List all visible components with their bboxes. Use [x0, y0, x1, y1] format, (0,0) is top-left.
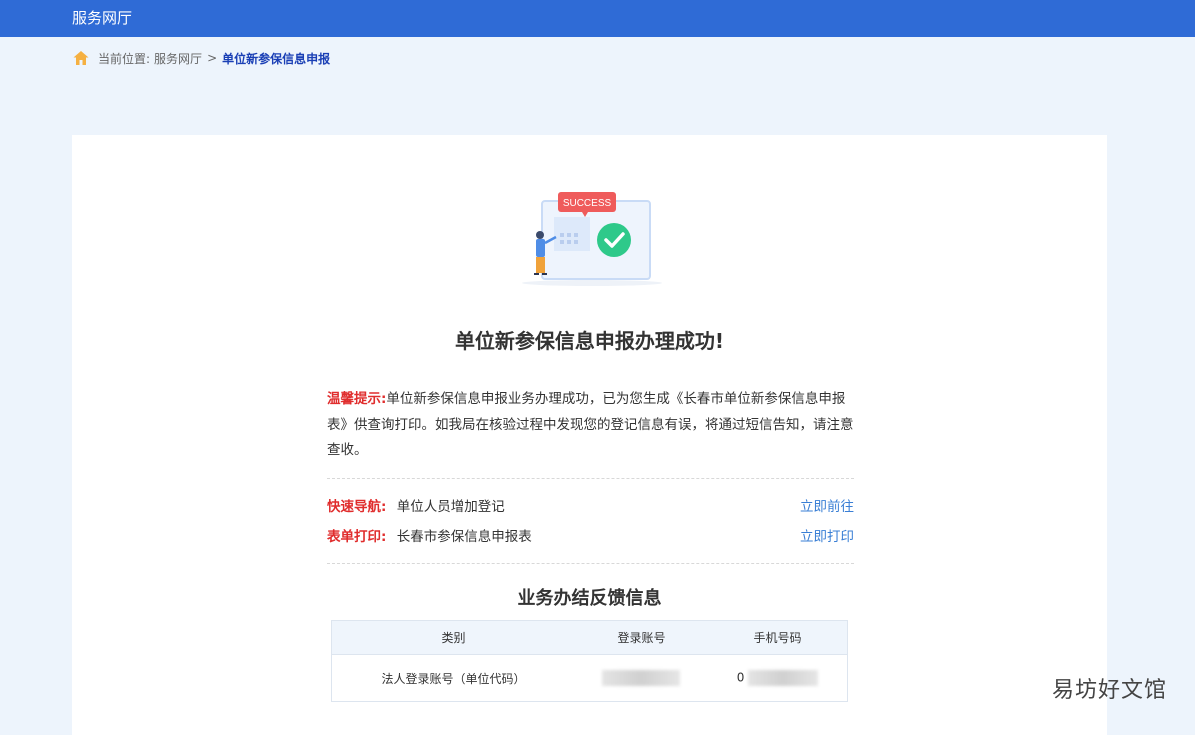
- breadcrumb-prefix: 当前位置:: [98, 51, 151, 66]
- form-print-row: 表单打印: 长春市参保信息申报表 立即打印: [327, 526, 854, 548]
- column-header-phone: 手机号码: [707, 620, 848, 655]
- quick-nav-text: 单位人员增加登记: [396, 499, 505, 515]
- breadcrumb-separator: >: [207, 51, 218, 65]
- success-badge-text: SUCCESS: [563, 198, 612, 209]
- quick-nav-label: 快速导航:: [327, 499, 387, 515]
- column-header-category: 类别: [331, 620, 575, 655]
- cell-category: 法人登录账号（单位代码）: [331, 654, 575, 702]
- phone-prefix: 0: [736, 670, 745, 685]
- feedback-title: 业务办结反馈信息: [517, 588, 662, 609]
- home-icon[interactable]: [72, 49, 90, 67]
- success-title: 单位新参保信息申报办理成功!: [454, 329, 725, 353]
- table-header-row: 类别 登录账号 手机号码: [331, 620, 848, 655]
- redacted-phone: [748, 670, 819, 686]
- notice-block: 温馨提示:单位新参保信息申报业务办理成功，已为您生成《长春市单位新参保信息申报表…: [327, 387, 855, 464]
- watermark: 易坊好文馆: [1051, 678, 1167, 703]
- notice-text: 单位新参保信息申报业务办理成功，已为您生成《长春市单位新参保信息申报表》供查询打…: [327, 391, 854, 458]
- divider: [327, 563, 854, 564]
- cell-account: [574, 654, 708, 702]
- breadcrumb-current: 单位新参保信息申报: [222, 51, 331, 66]
- success-illustration: SUCCESS: [522, 192, 662, 286]
- form-print-label: 表单打印:: [327, 529, 387, 545]
- print-now-link[interactable]: 立即打印: [800, 526, 854, 548]
- table-row: 法人登录账号（单位代码） 0: [331, 654, 848, 702]
- go-now-link[interactable]: 立即前往: [800, 496, 854, 518]
- divider: [327, 478, 854, 479]
- breadcrumb: 当前位置: 服务网厅 > 单位新参保信息申报: [72, 48, 330, 68]
- result-card: SUCCESS 单位新参保信息申报办理成功! 温馨提示:单位新参保信息申报业务办…: [72, 135, 1107, 735]
- breadcrumb-parent[interactable]: 服务网厅: [154, 50, 202, 67]
- feedback-table: 类别 登录账号 手机号码 法人登录账号（单位代码） 0: [331, 620, 848, 702]
- column-header-account: 登录账号: [574, 620, 708, 655]
- notice-label: 温馨提示:: [327, 391, 387, 407]
- redacted-account: [602, 670, 681, 686]
- top-header-bar: 服务网厅: [0, 0, 1195, 37]
- quick-nav-row: 快速导航: 单位人员增加登记 立即前往: [327, 496, 854, 518]
- app-title[interactable]: 服务网厅: [72, 0, 132, 37]
- form-print-text: 长春市参保信息申报表: [396, 529, 532, 545]
- cell-phone: 0: [707, 654, 848, 702]
